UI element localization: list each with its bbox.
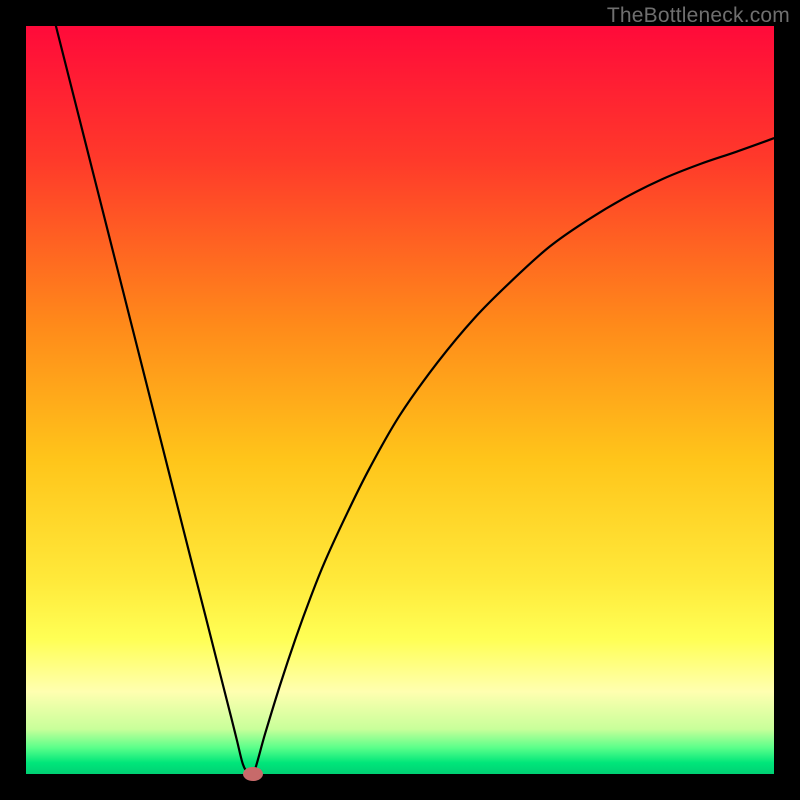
- watermark-label: TheBottleneck.com: [607, 4, 790, 28]
- chart-frame: [26, 26, 774, 774]
- chart-background: [26, 26, 774, 774]
- chart-plot: [26, 26, 774, 774]
- optimum-marker: [243, 767, 263, 781]
